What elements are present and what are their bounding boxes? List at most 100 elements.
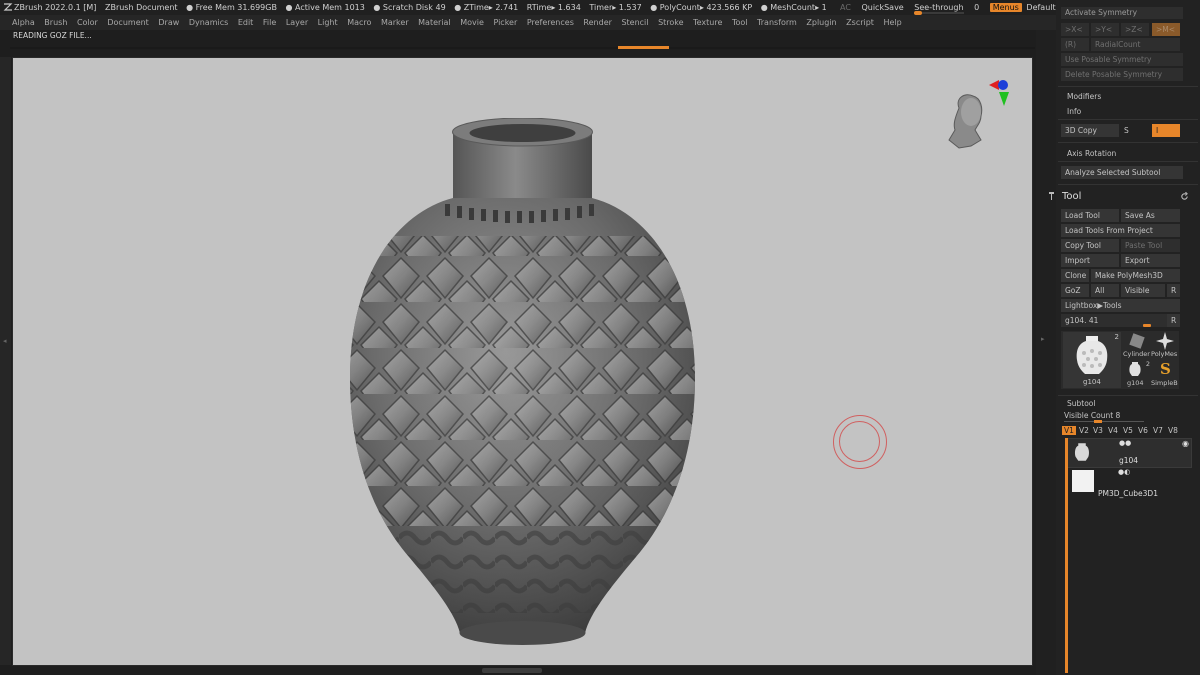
tool-name-r-button[interactable]: R bbox=[1167, 314, 1180, 327]
see-through-track[interactable] bbox=[914, 11, 965, 15]
tool-thumb-simplebrush[interactable]: S SimpleB bbox=[1151, 360, 1179, 388]
delete-posable-symmetry-button[interactable]: Delete Posable Symmetry bbox=[1061, 68, 1183, 81]
menu-macro[interactable]: Macro bbox=[347, 15, 371, 30]
axis-rotation-header[interactable]: Axis Rotation bbox=[1067, 149, 1116, 158]
tool-name-slider-handle[interactable] bbox=[1143, 324, 1151, 327]
subtool-toggle-icon[interactable]: ●● bbox=[1119, 439, 1131, 447]
visible-count-slider[interactable]: Visible Count 8 bbox=[1064, 411, 1120, 420]
free-mem: ● Free Mem 31.699GB bbox=[186, 3, 277, 12]
menu-movie[interactable]: Movie bbox=[460, 15, 484, 30]
vase-model[interactable] bbox=[335, 118, 710, 653]
lightbox-tools-button[interactable]: Lightbox▶Tools bbox=[1061, 299, 1180, 312]
tool-name-slider[interactable]: g104. 41 bbox=[1061, 314, 1167, 327]
sym-r-button[interactable]: (R) bbox=[1061, 38, 1089, 51]
modifiers-header[interactable]: Modifiers bbox=[1067, 92, 1101, 101]
sym-x-button[interactable]: >X< bbox=[1061, 23, 1089, 36]
activate-symmetry-button[interactable]: Activate Symmetry bbox=[1061, 7, 1183, 19]
menu-stencil[interactable]: Stencil bbox=[621, 15, 648, 30]
sym-y-button[interactable]: >Y< bbox=[1091, 23, 1119, 36]
menu-stroke[interactable]: Stroke bbox=[658, 15, 684, 30]
zbrush-logo-icon bbox=[3, 3, 13, 11]
load-tools-from-project-button[interactable]: Load Tools From Project bbox=[1061, 224, 1180, 237]
goz-r-button[interactable]: R bbox=[1167, 284, 1180, 297]
subtool-header[interactable]: Subtool bbox=[1067, 399, 1095, 408]
tool-thumb-g104[interactable]: 2 g104 bbox=[1063, 332, 1121, 388]
tool-thumb-cylinder[interactable]: Cylinder bbox=[1123, 332, 1151, 360]
navigation-head-gizmo[interactable] bbox=[941, 78, 1011, 158]
tab-v7[interactable]: V7 bbox=[1153, 426, 1163, 435]
tab-v1[interactable]: V1 bbox=[1062, 426, 1076, 435]
export-button[interactable]: Export bbox=[1121, 254, 1180, 267]
menu-zplugin[interactable]: Zplugin bbox=[806, 15, 836, 30]
import-button[interactable]: Import bbox=[1061, 254, 1119, 267]
tab-v2[interactable]: V2 bbox=[1079, 426, 1089, 435]
subtool-list-scrollbar[interactable] bbox=[1065, 438, 1068, 673]
menu-layer[interactable]: Layer bbox=[286, 15, 308, 30]
paste-tool-button[interactable]: Paste Tool bbox=[1121, 239, 1180, 252]
menu-dynamics[interactable]: Dynamics bbox=[189, 15, 228, 30]
clone-button[interactable]: Clone bbox=[1061, 269, 1089, 282]
refresh-icon[interactable] bbox=[1180, 192, 1189, 201]
subtool-row[interactable]: ●◐ PM3D_Cube3D1 bbox=[1066, 468, 1192, 498]
subtool-toggle-icon[interactable]: ●◐ bbox=[1118, 468, 1130, 476]
make-polymesh3d-button[interactable]: Make PolyMesh3D bbox=[1091, 269, 1180, 282]
canvas-viewport[interactable] bbox=[12, 57, 1033, 666]
menu-edit[interactable]: Edit bbox=[238, 15, 254, 30]
sym-m-button[interactable]: >M< bbox=[1152, 23, 1180, 36]
analyze-selected-subtool-button[interactable]: Analyze Selected Subtool bbox=[1061, 166, 1183, 179]
menu-marker[interactable]: Marker bbox=[381, 15, 409, 30]
info-header[interactable]: Info bbox=[1067, 107, 1081, 116]
menu-light[interactable]: Light bbox=[318, 15, 338, 30]
3d-copy-button[interactable]: 3D Copy bbox=[1061, 124, 1119, 137]
menu-material[interactable]: Material bbox=[418, 15, 451, 30]
menu-render[interactable]: Render bbox=[583, 15, 611, 30]
expand-right-icon[interactable]: ▸ bbox=[1041, 335, 1045, 343]
use-posable-symmetry-button[interactable]: Use Posable Symmetry bbox=[1061, 53, 1183, 66]
load-tool-button[interactable]: Load Tool bbox=[1061, 209, 1119, 222]
menu-tool[interactable]: Tool bbox=[732, 15, 748, 30]
subtool-row[interactable]: ◉ ●● g104 bbox=[1066, 438, 1192, 468]
visible-count-track[interactable] bbox=[1064, 420, 1144, 423]
menu-help[interactable]: Help bbox=[884, 15, 902, 30]
tab-v4[interactable]: V4 bbox=[1108, 426, 1118, 435]
expand-left-icon[interactable]: ◂ bbox=[3, 337, 7, 347]
menu-preferences[interactable]: Preferences bbox=[527, 15, 574, 30]
menu-file[interactable]: File bbox=[263, 15, 276, 30]
tab-v8[interactable]: V8 bbox=[1168, 426, 1178, 435]
sym-z-button[interactable]: >Z< bbox=[1121, 23, 1149, 36]
tab-v5[interactable]: V5 bbox=[1123, 426, 1133, 435]
menu-brush[interactable]: Brush bbox=[44, 15, 67, 30]
all-button[interactable]: All bbox=[1091, 284, 1119, 297]
tab-v6[interactable]: V6 bbox=[1138, 426, 1148, 435]
tool-thumb-polymesh[interactable]: PolyMes bbox=[1151, 332, 1179, 360]
3d-copy-i-button[interactable]: I bbox=[1152, 124, 1180, 137]
visible-button[interactable]: Visible bbox=[1121, 284, 1165, 297]
menu-color[interactable]: Color bbox=[77, 15, 98, 30]
bottom-shelf-handle[interactable] bbox=[482, 668, 542, 673]
menu-picker[interactable]: Picker bbox=[493, 15, 517, 30]
menus-button[interactable]: Menus bbox=[989, 3, 1022, 12]
quicksave-button[interactable]: QuickSave bbox=[861, 3, 903, 12]
see-through-slider[interactable]: See-through bbox=[914, 0, 965, 15]
menu-texture[interactable]: Texture bbox=[693, 15, 722, 30]
goz-button[interactable]: GoZ bbox=[1061, 284, 1089, 297]
copy-tool-button[interactable]: Copy Tool bbox=[1061, 239, 1119, 252]
save-as-button[interactable]: Save As bbox=[1121, 209, 1180, 222]
menu-alpha[interactable]: Alpha bbox=[12, 15, 35, 30]
radial-count-slider[interactable]: RadialCount bbox=[1091, 38, 1180, 51]
left-shelf[interactable]: ◂ bbox=[0, 57, 11, 665]
menu-bar: Alpha Brush Color Document Draw Dynamics… bbox=[0, 15, 1060, 30]
visible-count-handle[interactable] bbox=[1094, 420, 1102, 423]
tool-thumb-g104-small[interactable]: 2 g104 bbox=[1123, 360, 1151, 388]
polycount: ● PolyCount▸ 423.566 KP bbox=[650, 3, 753, 12]
menu-transform[interactable]: Transform bbox=[757, 15, 797, 30]
menu-draw[interactable]: Draw bbox=[158, 15, 179, 30]
right-shelf[interactable]: ▸ bbox=[1036, 30, 1056, 675]
subtool-eye-icon[interactable]: ◉ bbox=[1182, 439, 1189, 448]
tool-header[interactable]: Tool bbox=[1062, 191, 1081, 202]
menu-zscript[interactable]: Zscript bbox=[846, 15, 874, 30]
panel-divider bbox=[1058, 119, 1198, 120]
menu-document[interactable]: Document bbox=[107, 15, 148, 30]
tab-v3[interactable]: V3 bbox=[1093, 426, 1103, 435]
cylinder-icon bbox=[1129, 333, 1145, 349]
